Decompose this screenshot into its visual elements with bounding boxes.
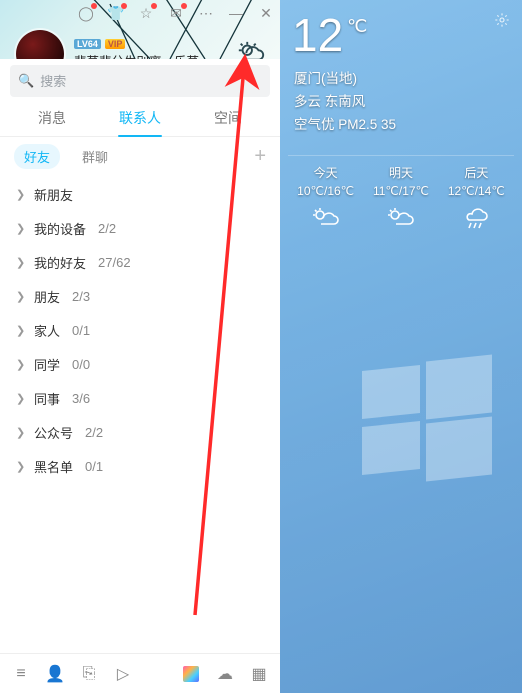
forecast-label: 明天 (363, 164, 438, 182)
weather-air: 空气优 PM2.5 35 (294, 114, 508, 137)
subtab-friends[interactable]: 好友 (14, 144, 60, 169)
forecast-label: 今天 (288, 164, 363, 182)
chevron-right-icon: ❯ (16, 426, 26, 439)
forecast-range: 11℃/17℃ (363, 182, 438, 200)
chevron-right-icon: ❯ (16, 460, 26, 473)
group-row[interactable]: ❯ 家人 0/1 (0, 313, 280, 347)
group-count: 0/0 (72, 357, 90, 372)
forecast-day[interactable]: 明天 11℃/17℃ (363, 164, 438, 230)
forecast-range: 10℃/16℃ (288, 182, 363, 200)
forecast-day[interactable]: 后天 12℃/14℃ (439, 164, 514, 230)
group-name: 我的设备 (34, 219, 86, 238)
windows-logo (362, 358, 492, 488)
profile-info[interactable]: LV64 VIP 悲莫悲兮生别离，乐莫... (74, 39, 224, 60)
group-row[interactable]: ❯ 黑名单 0/1 (0, 449, 280, 483)
partly-cloudy-icon (386, 206, 416, 230)
minimize-icon[interactable]: — (228, 5, 244, 21)
group-row[interactable]: ❯ 新朋友 (0, 177, 280, 211)
bottom-toolbar: ≡ 👤 ⎘ ▷ ☁ ▦ (0, 653, 280, 693)
subtab-groups[interactable]: 群聊 (82, 147, 108, 166)
weather-condition: 多云 东南风 (294, 91, 508, 114)
contact-subtabs: 好友 群聊 + (0, 137, 280, 175)
chevron-right-icon: ❯ (16, 358, 26, 371)
news-icon[interactable] (183, 666, 199, 682)
weather-forecast: 今天 10℃/16℃ 明天 11℃/17℃ 后天 12℃/14℃ (288, 155, 514, 230)
vip-badge: VIP (105, 39, 126, 49)
play-icon[interactable]: ▷ (114, 665, 132, 683)
search-box[interactable]: 🔍 (10, 65, 270, 97)
group-count: 2/3 (72, 289, 90, 304)
group-count: 0/1 (72, 323, 90, 338)
group-row[interactable]: ❯ 同学 0/0 (0, 347, 280, 381)
chevron-right-icon: ❯ (16, 256, 26, 269)
menu-icon[interactable]: ≡ (12, 665, 30, 683)
medal-icon[interactable]: ◯ (78, 5, 94, 21)
nickname: 悲莫悲兮生别离，乐莫... (74, 51, 224, 60)
profile-header: ◯ 👕 ☆ ✉ ⋯ — ✕ LV64 VIP 悲莫悲兮生别离，乐莫... (0, 0, 280, 59)
forecast-range: 12℃/14℃ (439, 182, 514, 200)
more-icon[interactable]: ⋯ (198, 5, 214, 21)
group-name: 我的好友 (34, 253, 86, 272)
search-icon: 🔍 (18, 73, 34, 89)
group-name: 家人 (34, 321, 60, 340)
chevron-right-icon: ❯ (16, 290, 26, 303)
gear-icon[interactable] (494, 12, 510, 31)
close-icon[interactable]: ✕ (258, 5, 274, 21)
chevron-right-icon: ❯ (16, 392, 26, 405)
group-row[interactable]: ❯ 同事 3/6 (0, 381, 280, 415)
group-name: 公众号 (34, 423, 73, 442)
weather-temp: 12 (292, 12, 343, 58)
star-icon[interactable]: ☆ (138, 5, 154, 21)
group-count: 3/6 (72, 391, 90, 406)
cloud-icon[interactable]: ☁ (216, 665, 234, 683)
group-row[interactable]: ❯ 我的好友 27/62 (0, 245, 280, 279)
desktop-background: 12 ℃ 厦门(当地) 多云 东南风 空气优 PM2.5 35 今天 10℃/1… (280, 0, 522, 693)
rain-icon (461, 206, 491, 230)
group-name: 朋友 (34, 287, 60, 306)
tshirt-icon[interactable]: 👕 (108, 5, 124, 21)
link-icon[interactable]: ⎘ (80, 665, 98, 683)
group-name: 新朋友 (34, 185, 73, 204)
main-tabs: 消息 联系人 空间 (0, 101, 280, 137)
tab-contacts[interactable]: 联系人 (96, 108, 184, 136)
group-count: 27/62 (98, 255, 131, 270)
tab-qzone[interactable]: 空间 (184, 108, 272, 136)
mail-icon[interactable]: ✉ (168, 5, 184, 21)
partly-cloudy-icon (311, 206, 341, 230)
group-count: 2/2 (98, 221, 116, 236)
friend-group-list: ❯ 新朋友 ❯ 我的设备 2/2 ❯ 我的好友 27/62 ❯ 朋友 2/3 ❯ 家人 0/1 ❯… (0, 175, 280, 653)
group-count: 2/2 (85, 425, 103, 440)
window-titlebar: ◯ 👕 ☆ ✉ ⋯ — ✕ (0, 0, 280, 26)
weather-button[interactable] (234, 37, 268, 59)
weather-widget[interactable]: 12 ℃ 厦门(当地) 多云 东南风 空气优 PM2.5 35 今天 10℃/1… (288, 6, 514, 230)
sun-cloud-icon (236, 39, 266, 59)
qq-main-panel: ◯ 👕 ☆ ✉ ⋯ — ✕ LV64 VIP 悲莫悲兮生别离，乐莫... (0, 0, 280, 693)
add-contact-icon[interactable]: 👤 (46, 665, 64, 683)
weather-location: 厦门(当地) (294, 68, 508, 91)
forecast-day[interactable]: 今天 10℃/16℃ (288, 164, 363, 230)
group-name: 黑名单 (34, 457, 73, 476)
search-input[interactable] (40, 74, 262, 89)
forecast-label: 后天 (439, 164, 514, 182)
group-name: 同学 (34, 355, 60, 374)
tab-messages[interactable]: 消息 (8, 108, 96, 136)
chevron-right-icon: ❯ (16, 324, 26, 337)
group-row[interactable]: ❯ 我的设备 2/2 (0, 211, 280, 245)
weather-unit: ℃ (347, 16, 367, 37)
group-row[interactable]: ❯ 公众号 2/2 (0, 415, 280, 449)
avatar[interactable] (16, 30, 64, 59)
chevron-right-icon: ❯ (16, 188, 26, 201)
add-button[interactable]: + (254, 146, 266, 166)
level-badge: LV64 (74, 39, 101, 49)
group-name: 同事 (34, 389, 60, 408)
chevron-right-icon: ❯ (16, 222, 26, 235)
group-count: 0/1 (85, 459, 103, 474)
group-row[interactable]: ❯ 朋友 2/3 (0, 279, 280, 313)
apps-icon[interactable]: ▦ (250, 665, 268, 683)
